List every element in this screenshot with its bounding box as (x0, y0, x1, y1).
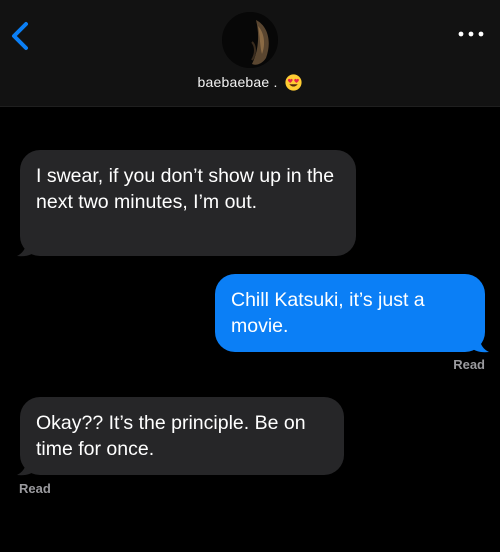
received-message-bubble[interactable]: I swear, if you don’t show up in the nex… (20, 150, 356, 256)
chevron-left-icon (12, 22, 28, 50)
message-row: Okay?? It’s the principle. Be on time fo… (17, 397, 344, 476)
ellipsis-icon (458, 31, 484, 37)
more-options-button[interactable] (456, 24, 486, 44)
avatar-image (222, 12, 278, 68)
heart-eyes-emoji-icon (285, 74, 303, 91)
conversation-header: baebaebae . (0, 0, 500, 107)
message-text: I swear, if you don’t show up in the nex… (36, 165, 335, 213)
received-message-bubble[interactable]: Okay?? It’s the principle. Be on time fo… (20, 397, 344, 475)
read-receipt: Read (19, 481, 51, 496)
contact-name: baebaebae . (197, 74, 278, 90)
read-receipt: Read (453, 357, 485, 372)
contact-avatar[interactable] (222, 12, 278, 68)
back-button[interactable] (6, 16, 36, 56)
message-text: Chill Katsuki, it’s just a movie. (231, 289, 425, 337)
contact-name-row[interactable]: baebaebae . (0, 74, 500, 91)
sent-message-bubble[interactable]: Chill Katsuki, it’s just a movie. (215, 274, 485, 352)
message-row: Chill Katsuki, it’s just a movie. (215, 274, 489, 353)
message-row: I swear, if you don’t show up in the nex… (17, 150, 356, 257)
message-text: Okay?? It’s the principle. Be on time fo… (36, 412, 306, 460)
